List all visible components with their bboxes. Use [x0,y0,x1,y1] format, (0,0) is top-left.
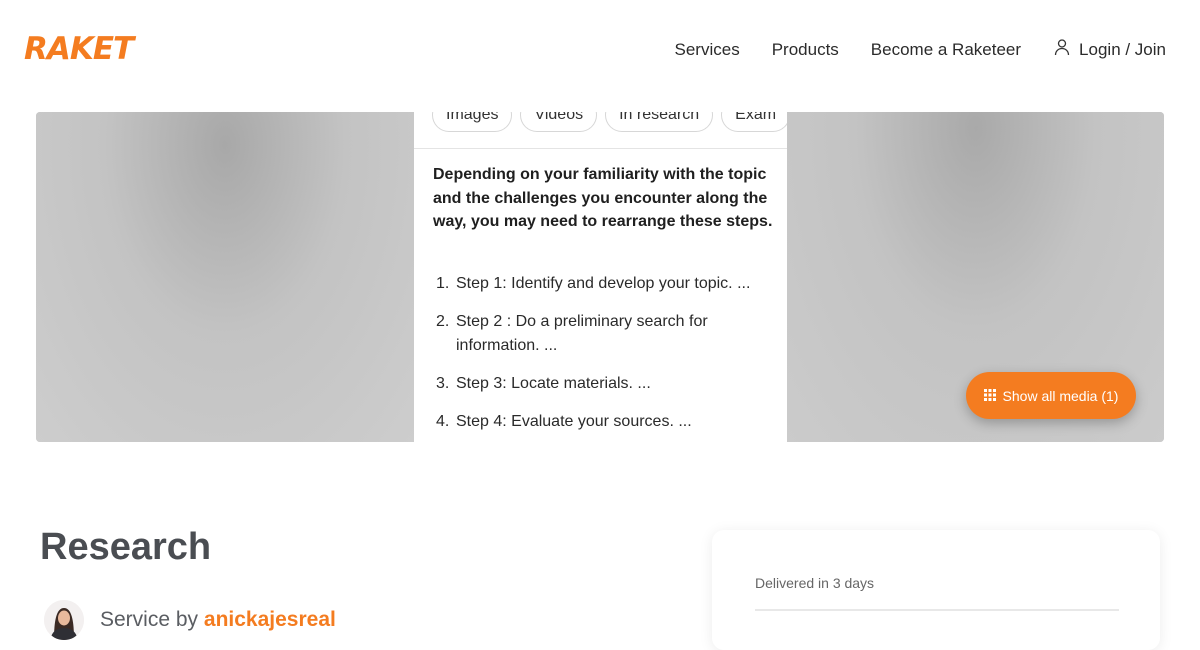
step-text: Step 4: Evaluate your sources. ... [456,412,692,430]
raket-logo[interactable]: RAKET [24,30,158,68]
list-item: 3. Step 3: Locate materials. ... [433,372,778,396]
page-title: Research [40,526,212,568]
list-item: 1. Step 1: Identify and develop your topi… [433,272,778,296]
logo-text: RAKET [24,30,134,67]
step-text: Step 3: Locate materials. ... [456,374,651,392]
divider [414,148,787,149]
media-image[interactable]: Images Videos In research Exam Depending… [414,112,787,442]
nav-become-raketeer[interactable]: Become a Raketeer [871,40,1021,60]
step-number: 3. [436,374,450,392]
step-number: 2. [436,313,450,330]
step-number: 4. [436,412,450,430]
list-item: 4. Step 4: Evaluate your sources. ... [433,410,778,434]
snippet-text: Depending on your familiarity with the t… [433,166,773,230]
user-icon [1053,38,1071,61]
chip-images: Images [432,112,513,132]
order-card: Delivered in 3 days [712,530,1160,650]
chip-videos: Videos [520,112,598,132]
grid-icon [983,388,996,404]
main-nav: Services Products Become a Raketeer Logi… [675,38,1166,61]
login-join-link[interactable]: Login / Join [1053,38,1166,61]
show-all-media-label: Show all media (1) [1002,387,1119,404]
site-header: RAKET Services Products Become a Raketee… [0,0,1200,100]
blurred-background-left [36,112,414,442]
media-gallery[interactable]: Images Videos In research Exam Depending… [36,112,1164,442]
nav-products[interactable]: Products [772,40,839,60]
service-by: Service by anickajesreal [44,600,336,640]
step-text: Step 1: Identify and develop your topic.… [456,275,751,292]
avatar[interactable] [44,600,84,640]
service-by-text: Service by anickajesreal [100,608,336,632]
steps-list: 1. Step 1: Identify and develop your topi… [433,272,778,442]
delivery-time: Delivered in 3 days [755,575,875,591]
step-number: 1. [436,275,450,292]
chip-in-research: In research [605,112,714,132]
nav-services[interactable]: Services [675,40,740,60]
chip-exam: Exam [721,112,787,132]
divider [755,609,1119,611]
step-text: Step 2 : Do a preliminary search for inf… [456,313,708,354]
show-all-media-button[interactable]: Show all media (1) [966,372,1136,419]
login-join-label: Login / Join [1079,39,1166,59]
search-chips: Images Videos In research Exam [432,112,787,132]
seller-username-link[interactable]: anickajesreal [204,608,336,631]
service-by-prefix: Service by [100,608,199,631]
list-item: 2. Step 2 : Do a preliminary search for i… [433,310,778,357]
